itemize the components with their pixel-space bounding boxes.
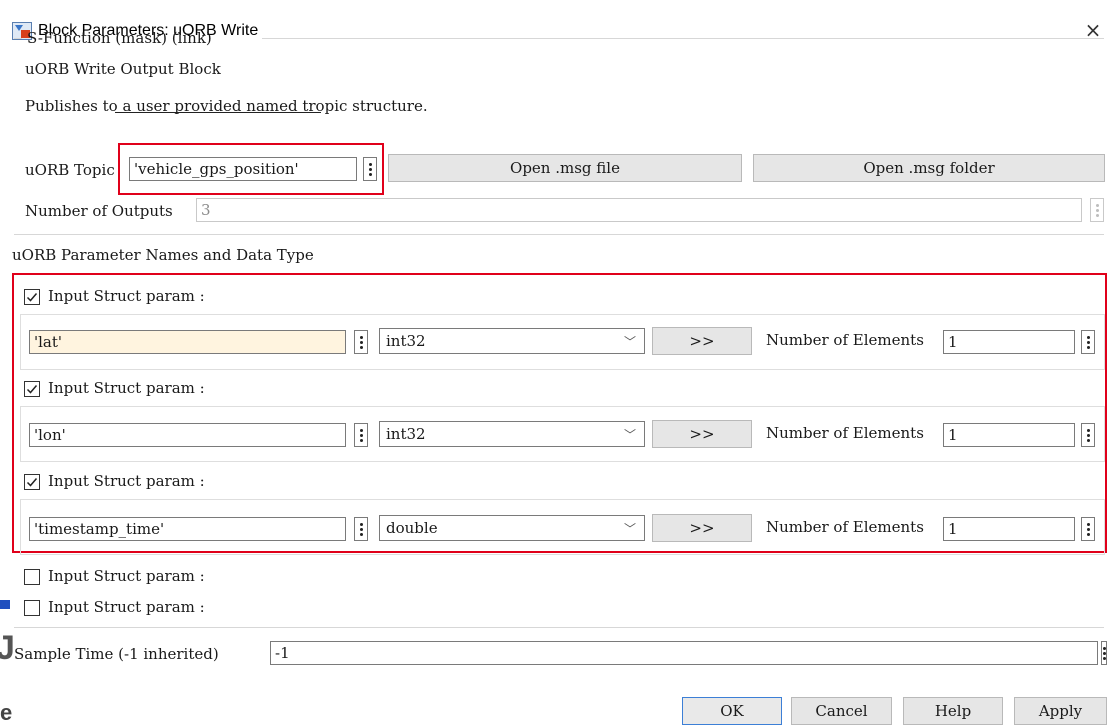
param-2-name-input[interactable]: 'lon' [29,423,346,447]
param-2-type-select[interactable]: int32 ﹀ [379,421,645,447]
block-name: uORB Write Output Block [25,60,221,78]
sample-time-label: Sample Time (-1 inherited) [14,645,219,663]
apply-button[interactable]: Apply [1014,697,1107,725]
group-border-right [262,38,1104,39]
annotation-box-topic [118,143,384,195]
sample-time-kebab-dots-icon[interactable] [1101,641,1107,665]
param-2-kebab-dots-icon[interactable] [354,423,368,447]
ok-button[interactable]: OK [682,697,782,725]
param-5-label: Input Struct param : [48,598,205,616]
param-2-elements-input[interactable]: 1 [943,423,1075,447]
background-text-fragment-2: e [0,700,13,725]
param-2-elements-label: Number of Elements [766,424,924,442]
param-2-label: Input Struct param : [48,379,205,397]
param-1-type-select[interactable]: int32 ﹀ [379,328,645,354]
background-window-fragment [0,600,10,609]
checkmark-icon [26,293,38,302]
param-5-checkbox[interactable] [24,600,40,616]
param-1-checkbox[interactable] [24,289,40,305]
param-2-elements-kebab-dots-icon[interactable] [1081,423,1095,447]
param-2-type-value: int32 [386,425,426,443]
param-2-expand-button[interactable]: >> [652,420,752,448]
param-3-name-input[interactable]: 'timestamp_time' [29,517,346,541]
section-divider-2 [14,627,1104,628]
chevron-down-icon: ﹀ [623,428,636,442]
cancel-button[interactable]: Cancel [791,697,892,725]
param-3-kebab-dots-icon[interactable] [354,517,368,541]
outputs-kebab-dots-icon [1090,198,1104,222]
sample-time-input[interactable]: -1 [270,641,1098,665]
outputs-input: 3 [196,198,1082,222]
chevron-down-icon: ﹀ [623,522,636,536]
chevron-down-icon: ﹀ [623,335,636,349]
open-msg-folder-button[interactable]: Open .msg folder [753,154,1105,182]
param-3-label: Input Struct param : [48,472,205,490]
checkmark-icon [26,385,38,394]
group-label: S-Function (mask) (link) [27,29,212,47]
param-3-type-value: double [386,519,438,537]
param-2-checkbox[interactable] [24,381,40,397]
help-button[interactable]: Help [903,697,1003,725]
outputs-label: Number of Outputs [25,202,173,220]
open-msg-file-button[interactable]: Open .msg file [388,154,742,182]
param-1-elements-input[interactable]: 1 [943,330,1075,354]
param-1-type-value: int32 [386,332,426,350]
param-3-expand-button[interactable]: >> [652,514,752,542]
group-border-left [14,38,22,39]
param-3-type-select[interactable]: double ﹀ [379,515,645,541]
param-1-label: Input Struct param : [48,287,205,305]
background-text-fragment-1: J [0,629,15,667]
param-1-elements-label: Number of Elements [766,331,924,349]
param-4-checkbox[interactable] [24,569,40,585]
topic-label: uORB Topic [25,161,115,179]
underline-decoration [115,112,321,113]
param-1-expand-button[interactable]: >> [652,327,752,355]
param-1-kebab-dots-icon[interactable] [354,330,368,354]
param-3-elements-kebab-dots-icon[interactable] [1081,517,1095,541]
param-4-label: Input Struct param : [48,567,205,585]
checkmark-icon [26,478,38,487]
param-1-elements-kebab-dots-icon[interactable] [1081,330,1095,354]
param-3-elements-label: Number of Elements [766,518,924,536]
param-3-elements-input[interactable]: 1 [943,517,1075,541]
param-3-checkbox[interactable] [24,474,40,490]
section-divider [14,234,1104,235]
params-section-title: uORB Parameter Names and Data Type [12,246,314,264]
param-1-name-input[interactable]: 'lat' [29,330,346,354]
